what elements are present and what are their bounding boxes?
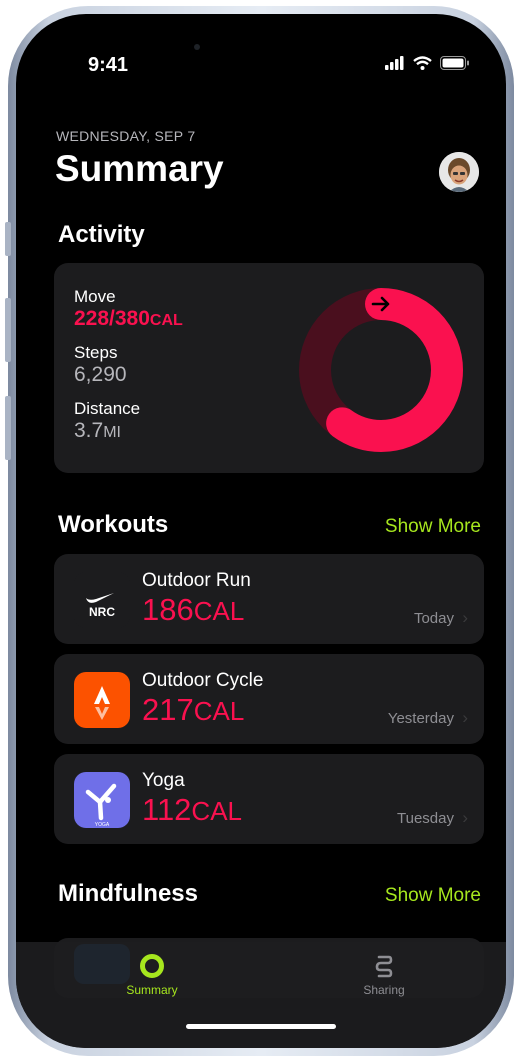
workout-calories: 186CAL: [142, 592, 244, 628]
camera-dot: [194, 44, 200, 50]
distance-unit: MI: [103, 424, 121, 441]
activity-card[interactable]: Move 228/380CAL Steps 6,290 Distance 3.7…: [54, 263, 484, 473]
workout-calories-unit: CAL: [191, 796, 242, 826]
chevron-right-icon: ›: [462, 708, 468, 727]
profile-avatar[interactable]: [439, 152, 479, 192]
workout-name: Outdoor Cycle: [142, 670, 264, 691]
workout-date: Tuesday: [397, 810, 454, 827]
move-label: Move: [74, 287, 116, 306]
workouts-section-title: Workouts: [58, 511, 169, 538]
battery-icon: [440, 56, 469, 70]
home-indicator: [186, 1024, 336, 1029]
move-amount: 228/380: [74, 307, 150, 330]
volume-down-button: [5, 396, 11, 460]
wifi-icon: [413, 56, 432, 70]
chevron-right-icon: ›: [462, 808, 468, 827]
yoga-badge-text: YOGA: [95, 822, 110, 828]
workout-calories: 217CAL: [142, 692, 244, 728]
yoga-pose-icon: YOGA: [85, 783, 117, 828]
workout-calories-value: 112: [142, 792, 192, 827]
mindfulness-section-title: Mindfulness: [58, 880, 199, 907]
strava-logo-icon: [94, 686, 110, 720]
volume-up-button: [5, 298, 11, 362]
status-time: 9:41: [88, 54, 129, 76]
mindfulness-show-more-button[interactable]: Show More: [385, 885, 481, 907]
distance-value: 3.7MI: [74, 419, 121, 443]
page-title: Summary: [55, 148, 224, 189]
date-label: WEDNESDAY, SEP 7: [56, 128, 196, 144]
activity-section-title: Activity: [58, 221, 145, 248]
nike-run-club-icon: NRC: [74, 572, 130, 628]
steps-label: Steps: [74, 343, 118, 362]
action-button: [5, 222, 11, 256]
workout-calories: 112CAL: [142, 792, 242, 828]
sharing-icon: [375, 955, 393, 978]
move-ring: [299, 288, 463, 452]
workout-row-outdoor-run[interactable]: NRC Outdoor Run 186CAL Today ›: [54, 554, 484, 644]
tab-sharing-label: Sharing: [363, 983, 405, 997]
workouts-show-more-button[interactable]: Show More: [385, 516, 481, 538]
status-icons: [385, 56, 470, 70]
tab-bar: Summary Sharing: [16, 942, 506, 1048]
workout-name: Outdoor Run: [142, 570, 251, 591]
distance-amount: 3.7: [74, 419, 104, 442]
workout-row-yoga[interactable]: YOGA Yoga 112CAL Tuesday ›: [54, 754, 484, 844]
distance-label: Distance: [74, 399, 141, 418]
screen: 9:41 WEDNESDAY, SEP 7 Summary Activity M…: [16, 14, 506, 1048]
memoji-avatar-icon: [439, 152, 479, 192]
nike-swoosh-icon: NRC: [86, 593, 115, 619]
tab-summary[interactable]: Summary: [92, 952, 212, 997]
move-unit: CAL: [149, 312, 183, 329]
steps-value: 6,290: [74, 363, 127, 386]
workout-calories-unit: CAL: [193, 696, 245, 726]
strava-icon: [74, 672, 130, 728]
activity-ring-icon: [140, 954, 164, 978]
tab-sharing[interactable]: Sharing: [324, 952, 444, 997]
workout-date: Yesterday: [387, 710, 454, 727]
workout-calories-value: 217: [142, 692, 194, 727]
chevron-right-icon: ›: [462, 608, 468, 627]
workout-date: Today: [413, 610, 454, 627]
workout-calories-unit: CAL: [193, 596, 245, 626]
workout-name: Yoga: [142, 770, 185, 791]
tab-summary-label: Summary: [126, 983, 178, 997]
cellular-signal-icon: [385, 56, 404, 70]
workout-row-outdoor-cycle[interactable]: Outdoor Cycle 217CAL Yesterday ›: [54, 654, 484, 744]
workout-calories-value: 186: [142, 592, 194, 627]
yoga-app-icon: YOGA: [74, 772, 130, 828]
move-value: 228/380CAL: [74, 307, 183, 331]
nrc-badge-text: NRC: [89, 605, 115, 619]
